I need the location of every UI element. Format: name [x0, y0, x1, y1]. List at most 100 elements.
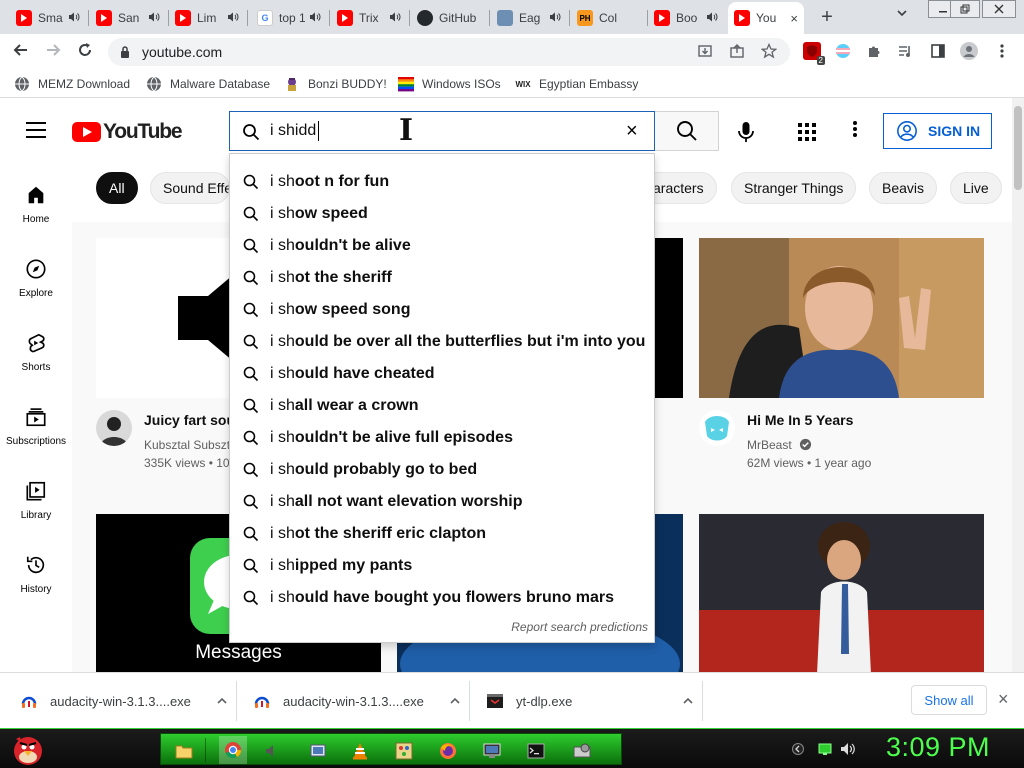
search-suggestion[interactable]: i should have bought you flowers bruno m… [230, 581, 654, 613]
guide-library[interactable]: Library [0, 476, 72, 536]
video-thumbnail[interactable] [655, 238, 683, 398]
volume-icon[interactable] [840, 742, 856, 756]
clear-search-button[interactable]: × [626, 121, 638, 141]
search-suggestion[interactable]: i shall wear a crown [230, 389, 654, 421]
search-suggestion[interactable]: i shall not want elevation worship [230, 485, 654, 517]
share-icon[interactable] [728, 43, 746, 61]
guide-shorts[interactable]: Shorts [0, 328, 72, 388]
tab-audio-icon[interactable] [309, 11, 321, 26]
bookmark-memz[interactable]: MEMZ Download [14, 75, 130, 93]
remote-desktop-icon[interactable] [481, 740, 503, 762]
search-suggestion[interactable]: i should probably go to bed [230, 453, 654, 485]
bookmark-windows-isos[interactable]: Windows ISOs [398, 75, 501, 93]
search-input[interactable] [270, 120, 610, 142]
search-suggestion[interactable]: i should be over all the butterflies but… [230, 325, 654, 357]
command-prompt-icon[interactable] [525, 740, 547, 762]
taskbar-clock[interactable]: 3:09 PM [886, 732, 990, 763]
search-suggestion[interactable]: i show speed [230, 197, 654, 229]
profile-avatar-icon[interactable] [960, 42, 978, 60]
download-item[interactable]: yt-dlp.exe [486, 673, 694, 729]
video-title[interactable]: Juicy fart sou [144, 412, 235, 428]
download-item[interactable]: audacity-win-3.1.3....exe [253, 673, 461, 729]
search-box[interactable]: × [229, 111, 655, 151]
sign-in-button[interactable]: SIGN IN [883, 113, 992, 149]
tab-audio-icon[interactable] [549, 11, 561, 26]
back-button[interactable] [10, 41, 32, 63]
video-title[interactable]: Hi Me In 5 Years [747, 412, 853, 428]
bookmark-egyptian-embassy[interactable]: WIX Egyptian Embassy [515, 75, 638, 93]
show-all-downloads-button[interactable]: Show all [911, 685, 987, 715]
install-app-icon[interactable] [696, 43, 714, 61]
page-scrollbar[interactable] [1012, 98, 1024, 672]
chrome-icon[interactable] [219, 736, 247, 764]
channel-name[interactable]: MrBeast [747, 438, 812, 452]
guide-menu-icon[interactable] [26, 122, 46, 138]
close-window-button[interactable] [982, 0, 1016, 18]
browser-tab[interactable]: Trix [331, 4, 407, 32]
trans-flag-extension-icon[interactable] [834, 42, 852, 60]
search-button[interactable] [655, 111, 719, 151]
video-thumbnail-mrbeast[interactable] [699, 238, 984, 398]
browser-tab[interactable]: Eag [491, 4, 567, 32]
vlc-icon[interactable] [349, 740, 371, 762]
chip-live[interactable]: Live [950, 172, 1002, 204]
browser-tab[interactable]: You × [728, 2, 804, 34]
search-suggestion[interactable]: i shouldn't be alive [230, 229, 654, 261]
browser-tab[interactable]: Gtop 10 [251, 4, 327, 32]
browser-tab[interactable]: GitHub [411, 4, 487, 32]
guide-explore[interactable]: Explore [0, 254, 72, 314]
download-item[interactable]: audacity-win-3.1.3....exe [20, 673, 228, 729]
guide-subscriptions[interactable]: Subscriptions [0, 402, 72, 462]
guide-home[interactable]: Home [0, 180, 72, 240]
side-panel-icon[interactable] [929, 42, 947, 60]
firefox-icon[interactable] [437, 740, 459, 762]
video-thumbnail[interactable] [699, 514, 984, 672]
browser-tab[interactable]: Sma [10, 4, 86, 32]
ublock-extension-icon[interactable]: 2 [803, 42, 825, 65]
chevron-up-icon[interactable] [216, 695, 228, 707]
extensions-puzzle-icon[interactable] [865, 42, 883, 60]
lock-icon[interactable] [120, 46, 130, 58]
utility-app-icon[interactable] [571, 740, 593, 762]
chip-all[interactable]: All [96, 172, 138, 204]
file-explorer-icon[interactable] [173, 740, 195, 762]
settings-more-icon[interactable] [852, 120, 858, 142]
search-suggestion[interactable]: i shouldn't be alive full episodes [230, 421, 654, 453]
start-button-angry-bird-icon[interactable] [8, 729, 48, 768]
search-suggestion[interactable]: i should have cheated [230, 357, 654, 389]
network-icon[interactable] [818, 742, 832, 756]
search-suggestion[interactable]: i shot the sheriff eric clapton [230, 517, 654, 549]
tab-audio-icon[interactable] [148, 11, 160, 26]
scrollbar-thumb[interactable] [1014, 106, 1022, 190]
reload-button[interactable] [74, 41, 96, 63]
tab-audio-icon[interactable] [68, 11, 80, 26]
tray-expand-chevron-icon[interactable] [792, 743, 804, 755]
channel-avatar[interactable] [96, 410, 132, 446]
browser-menu-icon[interactable] [993, 42, 1011, 60]
browser-tab[interactable]: San [90, 4, 166, 32]
chevron-up-icon[interactable] [449, 695, 461, 707]
report-search-predictions-link[interactable]: Report search predictions [511, 620, 648, 634]
tab-audio-icon[interactable] [706, 11, 718, 26]
close-tab-button[interactable]: × [790, 11, 798, 26]
close-download-shelf-button[interactable]: × [998, 690, 1009, 708]
paint-app-icon[interactable] [393, 740, 415, 762]
control-panel-icon[interactable] [307, 740, 329, 762]
browser-tab[interactable]: Boo [648, 4, 724, 32]
bookmark-malware-database[interactable]: Malware Database [146, 75, 270, 93]
youtube-logo[interactable]: YouTube [72, 120, 183, 144]
search-suggestion[interactable]: i shot the sheriff [230, 261, 654, 293]
channel-avatar-mrbeast[interactable] [699, 410, 735, 446]
search-suggestion[interactable]: i shoot n for fun [230, 165, 654, 197]
tab-search-chevron-icon[interactable] [896, 7, 908, 22]
youtube-apps-icon[interactable] [798, 123, 816, 141]
bookmark-star-icon[interactable] [760, 42, 778, 61]
tab-audio-icon[interactable] [227, 11, 239, 26]
channel-name[interactable]: Kubsztal Subszt [144, 438, 230, 452]
voice-search-button[interactable] [732, 118, 760, 146]
chip-stranger-things[interactable]: Stranger Things [731, 172, 857, 204]
browser-tab[interactable]: Lim [169, 4, 245, 32]
chip-sound-effects[interactable]: Sound Effe [150, 172, 230, 204]
restore-button[interactable] [950, 0, 980, 18]
browser-tab[interactable]: PH Col [571, 4, 645, 32]
